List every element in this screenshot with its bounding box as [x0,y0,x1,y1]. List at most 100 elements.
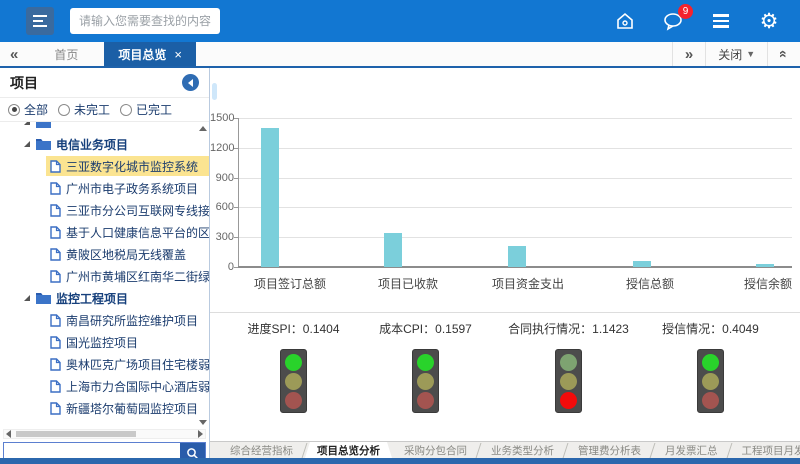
gridline [239,178,792,179]
tree-item[interactable]: 基于人口健康信息平台的区域分 [0,221,209,243]
chevron-left-icon [188,79,193,87]
tree-item[interactable]: 广州市电子政务系统项目 [0,177,209,199]
tree-item[interactable]: 黄陂区地税局无线覆盖 [0,243,209,265]
y-tick-label: 600 [210,201,234,213]
traffic-light-icon [697,349,724,413]
scroll-up-icon[interactable] [199,126,207,131]
filter-unfinished[interactable]: 未完工 [58,101,110,118]
main-scrollbar-thumb[interactable] [212,83,217,100]
tree-horizontal-scrollbar[interactable] [3,429,206,439]
expand-arrow-icon[interactable] [24,141,30,147]
report-tab-综合经营指标[interactable]: 综合经营指标 [218,442,305,458]
scroll-tabs-right-icon[interactable]: » [672,42,705,66]
bar-项目资金支出[interactable] [508,246,526,267]
kpi-label: 进度SPI：0.1404 [247,320,339,337]
y-tick-label: 300 [210,231,234,243]
settings-gear-icon[interactable]: ⚙ [758,10,780,32]
scroll-right-icon[interactable] [198,430,203,438]
kpi-label: 授信情况：0.4049 [662,320,759,337]
y-tick-label: 1200 [210,142,234,154]
status-filter-group: 全部 未完工 已完工 [0,98,209,122]
tree-item-label: 监控工程项目 [56,290,128,307]
gridline [239,207,792,208]
tab-home[interactable]: 首页 [28,42,104,66]
file-icon [50,336,61,349]
kpi-label: 合同执行情况：1.1423 [508,320,629,337]
tree-item[interactable]: 监控工程项目 [0,287,209,309]
expand-arrow-icon[interactable] [24,295,30,301]
sidebar-collapse-button[interactable] [182,74,199,91]
apps-menu-icon[interactable] [710,10,732,32]
tree-item[interactable]: 新疆塔尔葡萄园监控项目 [0,397,209,419]
traffic-light-icon [412,349,439,413]
report-tab-采购分包合同[interactable]: 采购分包合同 [392,442,479,458]
tab-label: 项目总览 [118,46,166,63]
report-tab-项目总览分析[interactable]: 项目总览分析 [305,442,392,458]
filter-finished[interactable]: 已完工 [120,101,172,118]
kpi-label: 成本CPI：0.1597 [379,320,472,337]
tree-item[interactable]: 上海市力合国际中心酒店弱电项 [0,375,209,397]
close-dropdown-button[interactable]: 关闭 ▼ [705,42,767,66]
top-bar: 9 ⚙ [0,0,800,42]
traffic-light-icon [280,349,307,413]
lamp [702,392,719,409]
close-dropdown-label: 关闭 [718,46,742,63]
tree-item[interactable]: 三亚数字化城市监控系统 [0,155,209,177]
filter-label: 未完工 [74,101,110,118]
tree-item[interactable] [0,122,209,133]
tree-item[interactable]: 广州市黄埔区红南华二街绿灯监 [0,265,209,287]
sidebar-toggle-icon[interactable] [26,7,54,35]
collapse-up-icon[interactable]: « [767,42,800,66]
report-tab-工程项目月发票汇总[interactable]: 工程项目月发票汇总 [730,442,800,458]
filter-all[interactable]: 全部 [8,101,48,118]
kpi-indicator: 授信情况：0.4049 [643,320,778,413]
lamp [285,392,302,409]
lamp [417,373,434,390]
y-tick-label: 900 [210,172,234,184]
bar-项目已收款[interactable] [384,233,402,267]
sidebar-title: 项目 [10,73,38,93]
home-icon[interactable] [614,10,636,32]
tab-project-overview[interactable]: 项目总览 × [104,42,196,66]
bar-授信余额[interactable] [756,264,774,267]
kpi-indicator: 合同执行情况：1.1423 [501,320,636,413]
gridline [239,148,792,149]
x-category-label: 授信余额 [713,275,800,292]
tree-item[interactable]: 电信业务项目 [0,133,209,155]
bar-项目签订总额[interactable] [261,128,279,267]
tree-item-label: 黄陂区地税局无线覆盖 [66,246,186,263]
radio-icon [8,104,20,116]
tree-item[interactable]: 奥林匹克广场项目住宅楼弱电工 [0,353,209,375]
scrollbar-thumb[interactable] [16,431,136,437]
x-category-label: 项目资金支出 [473,275,583,292]
radio-icon [58,104,70,116]
lamp [417,392,434,409]
message-count-badge: 9 [678,4,693,19]
expand-arrow-icon[interactable] [24,122,30,125]
tree-item[interactable]: 国光监控项目 [0,331,209,353]
tree-item[interactable]: 南昌研究所监控维护项目 [0,309,209,331]
messages-icon[interactable]: 9 [662,10,684,32]
bottom-status-strip [0,458,800,464]
tree-item[interactable]: 三亚市分公司互联网专线接入服 [0,199,209,221]
file-icon [50,270,61,283]
global-search-input[interactable] [70,8,220,34]
tree-item-label: 三亚市分公司互联网专线接入服 [66,202,209,219]
file-icon [50,248,61,261]
scroll-tabs-left-icon[interactable]: « [0,42,28,66]
tree-item-label: 国光监控项目 [66,334,138,351]
scroll-left-icon[interactable] [6,430,11,438]
scroll-down-icon[interactable] [199,420,207,425]
file-icon [50,226,61,239]
report-tab-业务类型分析[interactable]: 业务类型分析 [479,442,566,458]
bar-授信总额[interactable] [633,261,651,267]
lamp [702,354,719,371]
file-icon [50,182,61,195]
lamp [560,354,577,371]
tree-vertical-scrollbar[interactable] [198,126,208,425]
close-tab-icon[interactable]: × [174,47,182,62]
y-tick [234,207,238,208]
report-tab-月发票汇总[interactable]: 月发票汇总 [653,442,730,458]
report-tab-管理费分析表[interactable]: 管理费分析表 [566,442,653,458]
lamp [285,354,302,371]
